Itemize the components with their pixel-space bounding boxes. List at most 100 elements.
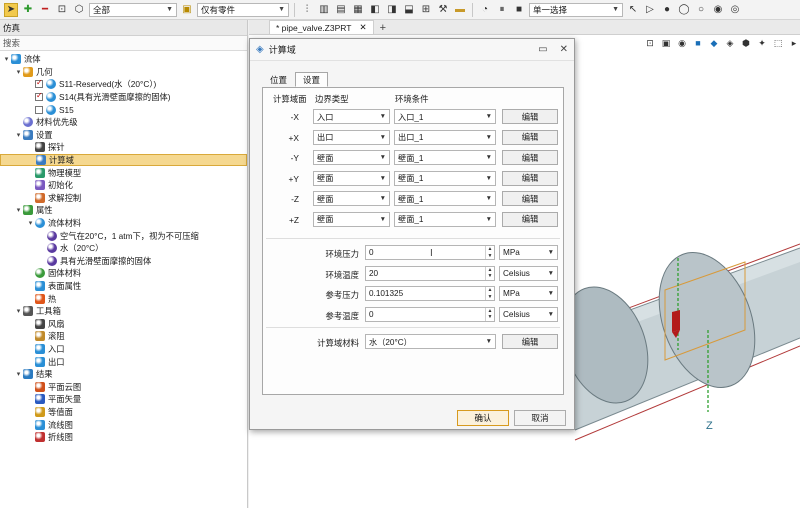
vertex-icon[interactable]: ▦ xyxy=(351,3,365,17)
tree-node[interactable]: ▾ 工具箱 xyxy=(0,305,247,318)
tab-position[interactable]: 位置 xyxy=(262,72,295,87)
domain-material-select[interactable]: 水（20°C） ▼ xyxy=(365,334,496,349)
feature-icon[interactable]: ◧ xyxy=(368,3,382,17)
tree-node[interactable]: ▾ 流体材料 xyxy=(0,217,247,230)
tree-node[interactable]: ▾S14(具有光滑壁面摩擦的固体) xyxy=(0,91,247,104)
doc-tab-pipe-valve[interactable]: * pipe_valve.Z3PRT ✕ xyxy=(269,20,374,34)
edit-button[interactable]: 编辑 xyxy=(502,150,558,165)
tree-node[interactable]: ▾S11-Reserved(水（20°C）) xyxy=(0,78,247,91)
tree-node[interactable]: ▾等值面 xyxy=(0,406,247,419)
tree-node[interactable]: ▾计算域 xyxy=(0,153,247,167)
tree-node[interactable]: ▾水（20°C） xyxy=(0,242,247,255)
filter-select[interactable]: 全部 ▼ xyxy=(89,2,177,17)
record-icon[interactable]: ● xyxy=(660,3,674,17)
edit-button[interactable]: 编辑 xyxy=(502,191,558,206)
tree-node[interactable]: ▾ 几何 xyxy=(0,66,247,79)
edit-material-button[interactable]: 编辑 xyxy=(502,334,558,349)
tree-node[interactable]: ▾固体材料 xyxy=(0,267,247,280)
boundary-type-select[interactable]: 出口 ▼ xyxy=(313,129,390,145)
tree-node[interactable]: ▾风扇 xyxy=(0,317,247,330)
search-field[interactable]: 搜索 xyxy=(0,36,247,51)
boundary-type-select[interactable]: 壁面 ▼ xyxy=(313,191,390,206)
edge-icon[interactable]: ▤ xyxy=(334,3,348,17)
cursor-icon[interactable]: ↖ xyxy=(626,3,640,17)
tree-node[interactable]: ▾具有光滑壁面摩擦的固体 xyxy=(0,255,247,268)
tree-node[interactable]: ▾ 结果 xyxy=(0,368,247,381)
hexagon-icon[interactable]: ⬡ xyxy=(72,3,86,17)
spinner-arrows-icon[interactable]: ▲ ▼ xyxy=(485,287,494,300)
param-input[interactable]: 20 ▲ ▼ xyxy=(365,265,495,281)
grid-icon[interactable]: ⊞ xyxy=(419,3,433,17)
boundary-type-select[interactable]: 入口 ▼ xyxy=(313,109,390,124)
tree-node[interactable]: ▾热 xyxy=(0,292,247,305)
tool-icon[interactable]: ⚒ xyxy=(436,3,450,17)
tree-node[interactable]: ▾材料优先级 xyxy=(0,116,247,129)
fill-icon[interactable]: ◉ xyxy=(711,3,725,17)
unit-select[interactable]: Celsius ▼ xyxy=(499,306,558,322)
tree-node[interactable]: ▾平面云图 xyxy=(0,380,247,393)
unit-select[interactable]: Celsius ▼ xyxy=(499,265,558,281)
remove-icon[interactable]: ━ xyxy=(38,3,52,17)
edit-button[interactable]: 编辑 xyxy=(502,170,558,186)
edit-button[interactable]: 编辑 xyxy=(502,109,558,124)
edit-button[interactable]: 编辑 xyxy=(502,129,558,145)
circle-outline-icon[interactable]: ○ xyxy=(694,3,708,17)
tree-node[interactable]: ▾折线图 xyxy=(0,431,247,444)
tree-node[interactable]: ▾表面属性 xyxy=(0,280,247,293)
env-condition-select[interactable]: 入口_1 ▼ xyxy=(394,109,496,124)
dialog-titlebar[interactable]: ◈ 计算域 ▭ ✕ xyxy=(250,39,574,61)
tree-node[interactable]: ▾ 流体 xyxy=(0,53,247,66)
stop-icon[interactable]: ■ xyxy=(512,3,526,17)
expand-chevron-icon[interactable]: ▾ xyxy=(14,131,23,139)
tree-node[interactable]: ▾滚阻 xyxy=(0,330,247,343)
tree-node[interactable]: ▾S15 xyxy=(0,103,247,116)
play-icon[interactable]: ▷ xyxy=(643,3,657,17)
pause-icon[interactable]: ⏸ xyxy=(495,3,509,17)
shape-icon[interactable]: ⬓ xyxy=(402,3,416,17)
env-condition-select[interactable]: 壁面_1 ▼ xyxy=(394,150,496,165)
env-condition-select[interactable]: 壁面_1 ▼ xyxy=(394,170,496,186)
face-icon[interactable]: ▥ xyxy=(317,3,331,17)
expand-chevron-icon[interactable]: ▾ xyxy=(14,68,23,76)
add-icon[interactable]: ✚ xyxy=(21,3,35,17)
expand-chevron-icon[interactable]: ▾ xyxy=(14,370,23,378)
spinner-arrows-icon[interactable]: ▲ ▼ xyxy=(485,246,494,259)
visibility-checkbox[interactable] xyxy=(35,91,43,102)
expand-chevron-icon[interactable]: ▾ xyxy=(2,55,11,63)
tree-node[interactable]: ▾物理模型 xyxy=(0,166,247,179)
edit-button[interactable]: 编辑 xyxy=(502,211,558,227)
boundary-type-select[interactable]: 壁面 ▼ xyxy=(313,211,390,227)
tree-node[interactable]: ▾初始化 xyxy=(0,179,247,192)
target-icon[interactable]: ◎ xyxy=(728,3,742,17)
env-condition-select[interactable]: 出口_1 ▼ xyxy=(394,129,496,145)
expand-chevron-icon[interactable]: ▾ xyxy=(14,206,23,214)
spinner-arrows-icon[interactable]: ▲ ▼ xyxy=(485,266,494,280)
folder-icon[interactable]: ▬ xyxy=(453,3,467,17)
close-icon[interactable]: ✕ xyxy=(560,44,568,55)
filter-icon[interactable]: ⊡ xyxy=(55,3,69,17)
boundary-type-select[interactable]: 壁面 ▼ xyxy=(313,170,390,186)
tree-node[interactable]: ▾入口 xyxy=(0,343,247,356)
env-condition-select[interactable]: 壁面_1 ▼ xyxy=(394,211,496,227)
scope-select[interactable]: 仅有零件 ▼ xyxy=(197,2,289,17)
tree-node[interactable]: ▾空气在20°C，1 atm下，视为不可压缩 xyxy=(0,229,247,242)
message-icon[interactable]: ▭ xyxy=(538,44,547,55)
clock-icon[interactable]: ◔ xyxy=(478,3,492,17)
tree-node[interactable]: ▾求解控制 xyxy=(0,192,247,205)
pick-icon[interactable]: ➤ xyxy=(4,2,18,17)
tree-node[interactable]: ▾探针 xyxy=(0,141,247,154)
unit-select[interactable]: MPa ▼ xyxy=(499,286,558,301)
new-tab-button[interactable]: + xyxy=(380,22,386,34)
selection-mode-select[interactable]: 单一选择 ▼ xyxy=(529,2,623,17)
boundary-type-select[interactable]: 壁面 ▼ xyxy=(313,150,390,165)
body-select-icon[interactable]: ◨ xyxy=(385,3,399,17)
expand-chevron-icon[interactable]: ▾ xyxy=(14,307,23,315)
circle-icon[interactable]: ◯ xyxy=(677,3,691,17)
snap-icon[interactable]: ⫶ xyxy=(300,3,314,17)
tree-node[interactable]: ▾ 属性 xyxy=(0,204,247,217)
tree-node[interactable]: ▾平面矢量 xyxy=(0,393,247,406)
tab-settings[interactable]: 设置 xyxy=(295,72,329,87)
spinner-arrows-icon[interactable]: ▲ ▼ xyxy=(485,307,494,321)
visibility-checkbox[interactable] xyxy=(35,105,43,114)
visibility-checkbox[interactable] xyxy=(35,78,43,89)
